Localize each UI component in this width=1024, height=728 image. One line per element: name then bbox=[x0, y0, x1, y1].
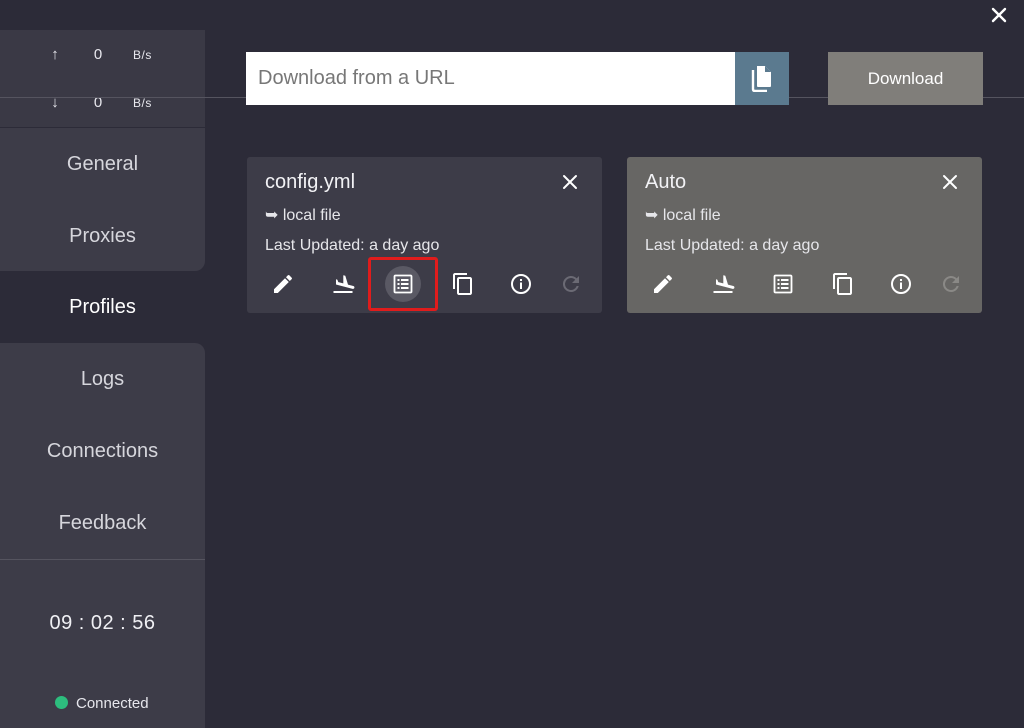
apply-button[interactable] bbox=[325, 266, 361, 302]
upload-unit: B/s bbox=[133, 48, 152, 62]
sidebar: ↑ 0 B/s ↓ 0 B/s General Proxies Profiles… bbox=[0, 30, 205, 728]
nav-group-bottom: Logs Connections Feedback bbox=[0, 343, 205, 559]
nav-group-active: Profiles bbox=[0, 271, 205, 343]
sidebar-item-general[interactable]: General bbox=[0, 128, 205, 200]
sidebar-item-feedback[interactable]: Feedback bbox=[0, 487, 205, 559]
airplane-landing-icon bbox=[333, 275, 355, 293]
connection-status: Connected bbox=[55, 695, 149, 712]
profile-updated: Last Updated: a day ago bbox=[645, 237, 820, 254]
airplane-landing-icon bbox=[713, 275, 735, 293]
list-icon bbox=[393, 274, 413, 294]
paste-icon bbox=[751, 66, 771, 92]
paste-button[interactable] bbox=[735, 52, 789, 105]
profile-name: config.yml bbox=[265, 171, 356, 193]
edit-button[interactable] bbox=[265, 266, 301, 302]
download-unit: B/s bbox=[133, 96, 152, 110]
sidebar-item-profiles[interactable]: Profiles bbox=[0, 271, 205, 343]
upload-speed: ↑ 0 B/s bbox=[0, 46, 205, 66]
traffic-panel: ↑ 0 B/s ↓ 0 B/s bbox=[0, 30, 205, 127]
copy-icon bbox=[833, 273, 852, 295]
edit-icon bbox=[654, 275, 672, 293]
upload-arrow-icon: ↑ bbox=[51, 46, 59, 63]
edit-icon bbox=[274, 275, 292, 293]
nav-group-top: General Proxies bbox=[0, 128, 205, 271]
apply-button[interactable] bbox=[705, 266, 741, 302]
sidebar-item-logs[interactable]: Logs bbox=[0, 343, 205, 415]
close-icon[interactable] bbox=[988, 4, 1010, 26]
url-input[interactable] bbox=[246, 52, 735, 105]
profile-source: ➥ local file bbox=[645, 207, 721, 224]
sidebar-footer: 09 : 02 : 56 Connected bbox=[0, 559, 205, 728]
profile-source: ➥ local file bbox=[265, 207, 341, 224]
status-label: Connected bbox=[76, 695, 149, 712]
profile-updated: Last Updated: a day ago bbox=[265, 237, 440, 254]
profile-card-selected[interactable]: Auto ➥ local file Last Updated: a day ag… bbox=[627, 157, 982, 313]
close-icon[interactable] bbox=[940, 172, 960, 192]
clock: 09 : 02 : 56 bbox=[49, 612, 156, 634]
copy-button[interactable] bbox=[445, 266, 481, 302]
sidebar-item-connections[interactable]: Connections bbox=[0, 415, 205, 487]
copy-icon bbox=[453, 273, 472, 295]
refresh-icon bbox=[562, 275, 579, 292]
refresh-icon bbox=[942, 275, 959, 292]
download-button[interactable]: Download bbox=[828, 52, 983, 105]
profile-name: Auto bbox=[645, 171, 687, 193]
status-dot-icon bbox=[55, 696, 68, 709]
copy-button[interactable] bbox=[825, 266, 861, 302]
profile-card[interactable]: config.yml ➥ local file Last Updated: a … bbox=[247, 157, 602, 313]
close-icon[interactable] bbox=[560, 172, 580, 192]
info-button[interactable] bbox=[503, 266, 539, 302]
refresh-button[interactable] bbox=[553, 266, 589, 302]
info-icon bbox=[511, 274, 531, 294]
list-icon bbox=[773, 274, 793, 294]
upload-value: 0 bbox=[93, 46, 103, 63]
info-button[interactable] bbox=[883, 266, 919, 302]
title-bar bbox=[0, 0, 1024, 30]
refresh-button[interactable] bbox=[933, 266, 969, 302]
view-rules-button[interactable] bbox=[765, 266, 801, 302]
view-rules-button[interactable] bbox=[385, 266, 421, 302]
info-icon bbox=[891, 274, 911, 294]
sidebar-item-proxies[interactable]: Proxies bbox=[0, 200, 205, 272]
edit-button[interactable] bbox=[645, 266, 681, 302]
